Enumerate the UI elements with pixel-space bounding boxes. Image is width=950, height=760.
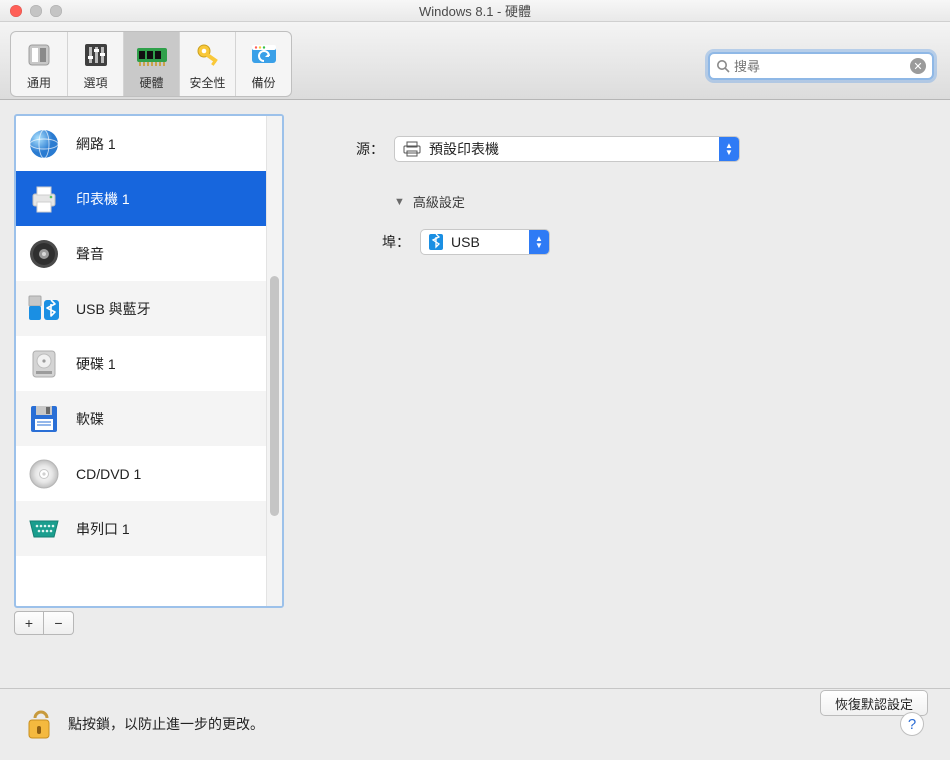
port-select[interactable]: USB ▲▼ <box>420 229 550 255</box>
tab-label: 通用 <box>27 74 51 91</box>
port-value: USB <box>451 234 529 250</box>
harddisk-icon <box>26 346 62 382</box>
main-area: 網路 1 印表機 1 聲音 <box>0 100 950 688</box>
tab-label: 硬體 <box>139 74 163 91</box>
help-button[interactable]: ? <box>900 712 924 736</box>
network-icon <box>26 126 62 162</box>
sidebar-wrap: 網路 1 印表機 1 聲音 <box>14 114 284 678</box>
advanced-disclosure[interactable]: ▼ 高級設定 <box>394 192 916 211</box>
search-field[interactable]: ✕ <box>708 52 934 80</box>
sidebar-item-label: 印表機 1 <box>76 189 130 209</box>
search-input[interactable] <box>734 59 910 74</box>
cd-icon <box>26 456 62 492</box>
title-bar: Windows 8.1 - 硬體 <box>0 0 950 22</box>
toolbar-tabs: 通用 選項 硬體 安全性 備份 <box>10 31 292 97</box>
usb-bluetooth-icon <box>26 291 62 327</box>
toolbar: 通用 選項 硬體 安全性 備份 <box>0 22 950 100</box>
lock-area[interactable]: 點按鎖，以防止進一步的更改。 <box>24 706 264 742</box>
tab-general[interactable]: 通用 <box>11 32 67 96</box>
sidebar-scrollbar[interactable] <box>266 116 282 606</box>
key-icon <box>191 38 225 72</box>
lock-text: 點按鎖，以防止進一步的更改。 <box>68 714 264 734</box>
sidebar-item-harddisk[interactable]: 硬碟 1 <box>16 336 266 391</box>
tab-backup[interactable]: 備份 <box>235 32 291 96</box>
backup-icon <box>247 38 281 72</box>
add-remove-bar: + − <box>14 611 284 635</box>
tab-options[interactable]: 選項 <box>67 32 123 96</box>
hardware-sidebar: 網路 1 印表機 1 聲音 <box>14 114 284 608</box>
scrollbar-thumb[interactable] <box>270 276 279 516</box>
lock-open-icon <box>24 706 54 742</box>
sidebar-item-label: 網路 1 <box>76 134 116 154</box>
printer-icon <box>26 181 62 217</box>
stepper-arrows-icon: ▲▼ <box>529 230 549 254</box>
serial-icon <box>26 511 62 547</box>
source-row: 源： 預設印表機 ▲▼ <box>324 136 916 162</box>
add-button[interactable]: + <box>14 611 44 635</box>
stepper-arrows-icon: ▲▼ <box>719 137 739 161</box>
tab-label: 安全性 <box>189 74 225 91</box>
sidebar-item-label: 串列口 1 <box>76 519 130 539</box>
sidebar-item-label: 聲音 <box>76 244 104 264</box>
search-wrap: ✕ <box>708 52 934 80</box>
disclosure-triangle-icon: ▼ <box>394 196 405 208</box>
printer-small-icon <box>403 141 421 157</box>
sidebar-item-label: USB 與藍牙 <box>76 299 151 319</box>
sidebar-item-floppy[interactable]: 軟碟 <box>16 391 266 446</box>
sidebar-item-network[interactable]: 網路 1 <box>16 116 266 171</box>
remove-button[interactable]: − <box>44 611 74 635</box>
sidebar-item-label: CD/DVD 1 <box>76 466 141 482</box>
port-label: 埠： <box>364 232 420 252</box>
source-label: 源： <box>324 139 394 159</box>
sliders-icon <box>79 38 113 72</box>
window-title: Windows 8.1 - 硬體 <box>0 1 950 20</box>
advanced-label: 高級設定 <box>413 192 465 211</box>
sound-icon <box>26 236 62 272</box>
floppy-icon <box>26 401 62 437</box>
tab-label: 選項 <box>83 74 107 91</box>
switch-icon <box>22 38 56 72</box>
search-icon <box>716 59 730 73</box>
port-row: 埠： USB ▲▼ <box>364 229 916 255</box>
bluetooth-small-icon <box>429 234 443 250</box>
footer: 點按鎖，以防止進一步的更改。 ? <box>0 689 950 759</box>
content-pane: 源： 預設印表機 ▲▼ ▼ 高級設定 埠： USB ▲▼ <box>284 114 936 678</box>
sidebar-item-sound[interactable]: 聲音 <box>16 226 266 281</box>
sidebar-item-label: 硬碟 1 <box>76 354 116 374</box>
sidebar-item-usb-bt[interactable]: USB 與藍牙 <box>16 281 266 336</box>
sidebar-item-label: 軟碟 <box>76 409 104 429</box>
hardware-list[interactable]: 網路 1 印表機 1 聲音 <box>16 116 266 606</box>
clear-search-icon[interactable]: ✕ <box>910 58 926 74</box>
tab-label: 備份 <box>251 74 275 91</box>
source-select[interactable]: 預設印表機 ▲▼ <box>394 136 740 162</box>
tab-hardware[interactable]: 硬體 <box>123 32 179 96</box>
sidebar-item-printer[interactable]: 印表機 1 <box>16 171 266 226</box>
sidebar-item-cd[interactable]: CD/DVD 1 <box>16 446 266 501</box>
tab-security[interactable]: 安全性 <box>179 32 235 96</box>
source-value: 預設印表機 <box>429 139 719 159</box>
chip-icon <box>135 38 169 72</box>
sidebar-item-serial[interactable]: 串列口 1 <box>16 501 266 556</box>
